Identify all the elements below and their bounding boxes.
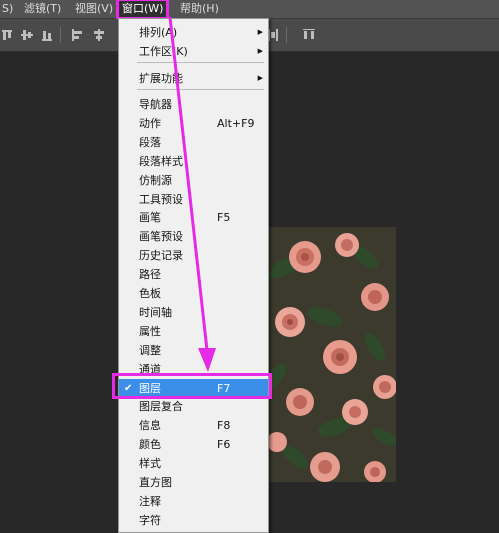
- distribute-horizontal-icon[interactable]: [302, 28, 316, 42]
- menu-view[interactable]: 视图(V): [75, 0, 113, 18]
- menu-item-label: 调整: [139, 344, 161, 357]
- menu-item-label: 样式: [139, 457, 161, 470]
- menu-item[interactable]: 段落样式: [119, 152, 268, 171]
- menu-bar: S) 滤镜(T) 视图(V) 窗口(W) 帮助(H): [0, 0, 499, 20]
- submenu-arrow-icon: ▶: [257, 47, 263, 55]
- menu-item-label: 历史记录: [139, 249, 183, 262]
- align-horizontal-center-icon[interactable]: [92, 28, 106, 42]
- menu-separator: [137, 62, 264, 63]
- menu-item[interactable]: 注释: [119, 492, 268, 511]
- menu-item[interactable]: 图层复合: [119, 397, 268, 416]
- menu-item-label: 图层复合: [139, 400, 183, 413]
- menu-item-label: 属性: [139, 325, 161, 338]
- menu-item[interactable]: 动作 Alt+F9: [119, 114, 268, 133]
- menu-item-label: 画笔预设: [139, 230, 183, 243]
- menu-item[interactable]: 仿制源: [119, 171, 268, 190]
- align-top-icon[interactable]: [0, 28, 14, 42]
- menu-window[interactable]: 窗口(W): [115, 0, 170, 20]
- menu-item-shortcut: F5: [217, 211, 231, 224]
- align-bottom-icon[interactable]: [40, 28, 54, 42]
- menu-item[interactable]: 色板: [119, 284, 268, 303]
- menu-item[interactable]: 样式: [119, 454, 268, 473]
- menu-filter[interactable]: 滤镜(T): [24, 0, 61, 18]
- menu-item[interactable]: 导航器: [119, 95, 268, 114]
- menu-item[interactable]: 时间轴: [119, 303, 268, 322]
- menu-select[interactable]: S): [2, 0, 13, 18]
- align-vertical-center-icon[interactable]: [20, 28, 34, 42]
- menu-item-label: 注释: [139, 495, 161, 508]
- menu-item[interactable]: 颜色 F6: [119, 435, 268, 454]
- document-image: [265, 227, 396, 482]
- menu-item-label: 动作: [139, 117, 161, 130]
- menu-item-top-1[interactable]: 工作区(K) ▶: [119, 42, 268, 61]
- menu-item[interactable]: 画笔预设: [119, 227, 268, 246]
- menu-item-label: 排列(A): [139, 26, 178, 39]
- separator: [60, 27, 61, 43]
- separator: [286, 27, 287, 43]
- menu-item-label: 色板: [139, 287, 161, 300]
- menu-item-top-0[interactable]: 排列(A) ▶: [119, 23, 268, 42]
- submenu-arrow-icon: ▶: [257, 28, 263, 36]
- menu-item-label: 工具预设: [139, 193, 183, 206]
- menu-item-label: 工作区(K): [139, 45, 188, 58]
- menu-item-top-2[interactable]: 扩展功能 ▶: [119, 69, 268, 88]
- menu-item-label: 字符: [139, 514, 161, 527]
- menu-item-label: 时间轴: [139, 306, 172, 319]
- menu-item-shortcut: F8: [217, 419, 231, 432]
- menu-item-label: 段落样式: [139, 155, 183, 168]
- menu-item[interactable]: 调整: [119, 341, 268, 360]
- menu-item-label: 段落: [139, 136, 161, 149]
- menu-item[interactable]: 工具预设: [119, 190, 268, 209]
- menu-item-label: 扩展功能: [139, 72, 183, 85]
- menu-item-label: 仿制源: [139, 174, 172, 187]
- menu-separator: [137, 89, 264, 90]
- submenu-arrow-icon: ▶: [257, 74, 263, 82]
- menu-item[interactable]: 直方图: [119, 473, 268, 492]
- align-left-icon[interactable]: [70, 28, 84, 42]
- menu-item-label: 路径: [139, 268, 161, 281]
- menu-item-shortcut: F6: [217, 438, 231, 451]
- menu-item[interactable]: 历史记录: [119, 246, 268, 265]
- menu-item-label: 信息: [139, 419, 161, 432]
- menu-item[interactable]: 路径: [119, 265, 268, 284]
- menu-item-label: 导航器: [139, 98, 172, 111]
- menu-item[interactable]: 信息 F8: [119, 416, 268, 435]
- menu-item-label: 直方图: [139, 476, 172, 489]
- menu-item[interactable]: 画笔 F5: [119, 208, 268, 227]
- menu-item[interactable]: 段落: [119, 133, 268, 152]
- annotation-highlight-box: [112, 373, 272, 399]
- menu-item-label: 颜色: [139, 438, 161, 451]
- menu-item-shortcut: Alt+F9: [217, 117, 255, 130]
- menu-item-label: 画笔: [139, 211, 161, 224]
- roses-image: [265, 227, 396, 482]
- menu-item[interactable]: 属性: [119, 322, 268, 341]
- menu-item[interactable]: 字符: [119, 511, 268, 530]
- menu-help[interactable]: 帮助(H): [180, 0, 219, 18]
- window-menu-dropdown: 排列(A) ▶ 工作区(K) ▶ 扩展功能 ▶ 导航器动作 Alt+F9 段落段落样式仿制源工具…: [118, 18, 269, 533]
